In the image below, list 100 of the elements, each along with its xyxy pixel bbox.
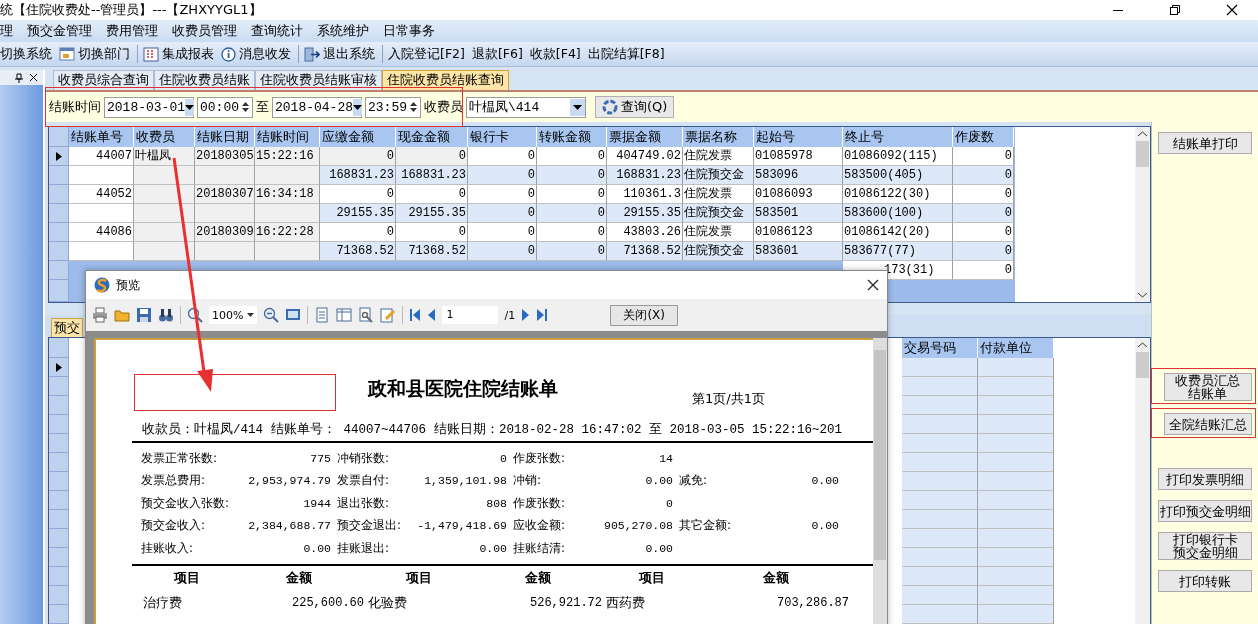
caret-icon[interactable] [573, 104, 582, 110]
time-field[interactable]: 00:00 [197, 96, 253, 118]
printer-icon[interactable] [92, 307, 108, 323]
action-button[interactable]: 打印银行卡 预交金明细 [1158, 532, 1252, 560]
caret-icon[interactable] [247, 313, 255, 317]
row-header[interactable] [49, 358, 69, 377]
collector-dropdown[interactable]: 叶榅凤\414 [466, 96, 586, 118]
scroll-down-icon[interactable] [1138, 293, 1147, 298]
close-icon[interactable] [1226, 4, 1238, 16]
table-cell: 叶榅凤 [134, 147, 195, 166]
stat-label: 挂账退出: [336, 539, 391, 557]
menu-item[interactable]: 系统维护 [310, 22, 376, 40]
next-page-icon[interactable] [521, 308, 531, 322]
date-field[interactable]: 2018-04-28 [272, 96, 362, 118]
zoom-dropdown[interactable]: 100% [209, 306, 258, 324]
pencil-icon[interactable] [380, 307, 397, 323]
column-header[interactable]: 作废数 [953, 127, 1014, 147]
column-header[interactable]: 结账单号 [69, 127, 134, 147]
column-header[interactable]: 转账金额 [537, 127, 607, 147]
tab[interactable]: 收费员综合查询 [53, 70, 154, 90]
save-icon[interactable] [136, 307, 152, 323]
toolbar-button[interactable]: 集成报表 [162, 45, 214, 63]
layout-icon[interactable] [336, 307, 353, 323]
table-cell: 住院发票 [683, 223, 754, 242]
spinner-icon[interactable] [242, 101, 249, 113]
menu-item[interactable]: 收费员管理 [165, 22, 244, 40]
scroll-up-icon[interactable] [1138, 342, 1147, 347]
tab[interactable]: 住院收费员结账查询 [382, 70, 509, 90]
action-button[interactable]: 打印发票明细 [1158, 468, 1252, 490]
table-cell: 168831.23 [607, 166, 683, 185]
column-header[interactable]: 票据名称 [683, 127, 754, 147]
menu-item[interactable]: 费用管理 [99, 22, 165, 40]
close-icon[interactable] [867, 279, 879, 291]
pin-icon[interactable] [14, 72, 23, 83]
date-field[interactable]: 2018-03-01 [104, 96, 194, 118]
menu-item[interactable]: 预交金管理 [20, 22, 99, 40]
toolbar-button[interactable]: 出院结算[F8] [587, 45, 665, 63]
column-header[interactable]: 收费员 [134, 127, 195, 147]
caret-icon[interactable] [185, 104, 194, 110]
info-icon[interactable] [221, 46, 236, 62]
table-cell: 404749.02 [607, 147, 683, 166]
restore-icon[interactable] [1169, 4, 1181, 16]
previous-page-icon[interactable] [427, 308, 437, 322]
column-header[interactable]: 交易号码 [902, 338, 978, 358]
scroll-thumb[interactable] [1136, 141, 1149, 167]
zoom-in-icon[interactable] [187, 307, 203, 323]
menu-item[interactable]: 日常事务 [376, 22, 442, 40]
action-button[interactable]: 打印预交金明细 [1158, 500, 1252, 522]
zoom-out-icon[interactable] [263, 307, 280, 323]
row-header[interactable] [49, 147, 69, 166]
stat-value: 0 [665, 496, 674, 510]
scroll-up-icon[interactable] [1138, 131, 1147, 136]
toolbar-button[interactable]: 消息收发 [239, 45, 291, 63]
toolbar-button[interactable]: 入院登记[F2] [388, 45, 465, 63]
column-header[interactable]: 应缴金额 [320, 127, 396, 147]
time-field[interactable]: 23:59 [365, 96, 421, 118]
column-header[interactable]: 银行卡 [468, 127, 537, 147]
last-page-icon[interactable] [536, 308, 549, 322]
toolbar-button[interactable]: 退款[F6] [471, 45, 523, 63]
table-cell: 583500(405) [843, 166, 953, 185]
column-header[interactable]: 付款单位 [978, 338, 1054, 358]
tab[interactable]: 住院收费员结账审核 [255, 70, 382, 90]
first-page-icon[interactable] [409, 308, 422, 322]
toolbar-button[interactable]: 切换系统 [0, 45, 52, 63]
column-header[interactable]: 终止号 [843, 127, 953, 147]
exit-icon[interactable] [304, 46, 320, 62]
column-header[interactable]: 票据金额 [607, 127, 683, 147]
menu-item[interactable]: 理 [0, 22, 20, 40]
document-icon[interactable] [314, 307, 331, 323]
scrollbar[interactable] [873, 338, 887, 624]
action-button[interactable]: 收费员汇总 结账单 [1163, 373, 1252, 401]
toolbar-button[interactable]: 退出系统 [323, 45, 375, 63]
tab[interactable]: 住院收费员结账 [154, 70, 255, 90]
toolbar-button[interactable]: 收款[F4] [529, 45, 581, 63]
caret-icon[interactable] [353, 104, 362, 110]
scrollbar[interactable] [1135, 127, 1150, 302]
monitor-icon[interactable] [285, 307, 302, 323]
column-header[interactable]: 结账时间 [255, 127, 320, 147]
print-button[interactable]: 结账单打印 [1158, 132, 1252, 154]
column-header[interactable]: 结账日期 [195, 127, 255, 147]
column-header[interactable]: 现金金额 [396, 127, 468, 147]
grid-icon[interactable] [143, 46, 159, 62]
tab[interactable]: 预交 [51, 318, 83, 337]
scroll-thumb[interactable] [874, 350, 886, 560]
close-button[interactable]: 关闭(X) [610, 304, 679, 326]
scroll-thumb[interactable] [1136, 352, 1149, 378]
spinner-icon[interactable] [410, 101, 417, 113]
toolbar-button[interactable]: 切换部门 [78, 45, 130, 63]
query-button[interactable]: 查询(Q) [595, 96, 675, 118]
page-input[interactable]: 1 [442, 306, 499, 324]
action-button[interactable]: 全院结账汇总 [1163, 413, 1252, 435]
binoculars-icon[interactable] [158, 307, 174, 323]
column-header[interactable]: 起始号 [754, 127, 843, 147]
folder-icon[interactable] [114, 307, 130, 323]
window-icon[interactable] [59, 47, 75, 61]
close-icon[interactable] [29, 73, 38, 82]
stat-label: 挂账收入: [140, 539, 195, 557]
menu-item[interactable]: 查询统计 [244, 22, 310, 40]
scrollbar[interactable] [1135, 338, 1150, 624]
action-button[interactable]: 打印转账 [1158, 570, 1252, 592]
